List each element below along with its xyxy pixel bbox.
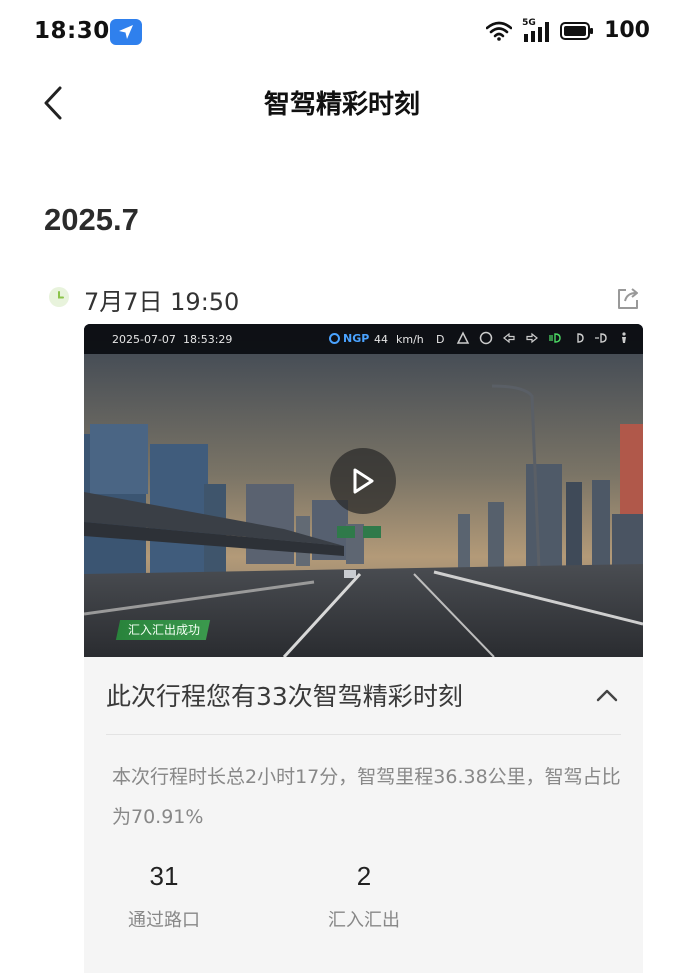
- turn-right-icon: [526, 332, 538, 344]
- video-player[interactable]: 2025-07-07 18:53:29 NGP 44 km/h D 汇入汇出成功: [84, 324, 643, 657]
- foglight-icon: [595, 333, 607, 343]
- status-icons: 5G 100: [486, 18, 650, 43]
- page-title: 智驾精彩时刻: [263, 90, 420, 120]
- steering-icon: [479, 331, 493, 345]
- event-tag-label: 汇入汇出成功: [128, 623, 201, 637]
- status-bar: 18:30 5G 100: [0, 0, 684, 64]
- status-time: 18:30: [34, 18, 110, 44]
- seatbelt-icon: [622, 332, 626, 343]
- play-icon: [353, 468, 374, 494]
- stat-value: 31: [149, 861, 179, 891]
- stat-label: 通过路口: [128, 910, 200, 931]
- highbeam-icon: [577, 333, 584, 343]
- stat-merges: 2 汇入汇出: [304, 861, 424, 932]
- turn-left-icon: [503, 332, 515, 344]
- event-tag: 汇入汇出成功: [115, 620, 211, 640]
- chevron-up-icon[interactable]: [593, 681, 621, 709]
- moment-timestamp: 7月7日 19:50: [84, 288, 240, 316]
- stat-intersections: 31 通过路口: [104, 861, 224, 932]
- summary-description: 本次行程时长总2小时17分，智驾里程36.38公里，智驾占比为70.91%: [112, 766, 621, 828]
- battery-icon: [560, 21, 594, 40]
- app-header: 智驾精彩时刻: [0, 70, 684, 136]
- stat-label: 汇入汇出: [328, 910, 400, 931]
- battery-level: 100: [604, 18, 650, 43]
- wifi-icon: [486, 21, 513, 41]
- hud-date: 2025-07-07: [112, 333, 176, 346]
- stat-value: 2: [356, 861, 372, 891]
- autopilot-icon: [456, 331, 470, 344]
- clock-icon: [49, 287, 69, 307]
- hud-speed-unit: km/h: [396, 333, 424, 346]
- share-icon[interactable]: [614, 284, 642, 312]
- divider: [106, 734, 621, 735]
- navigation-icon: [110, 19, 142, 45]
- dashcam-hud: 2025-07-07 18:53:29 NGP 44 km/h D: [84, 324, 643, 354]
- hud-gear: D: [436, 333, 445, 346]
- hud-ngp-indicator: NGP: [329, 332, 369, 345]
- headlight-icon: [549, 333, 561, 343]
- hud-mode: NGP: [343, 332, 370, 345]
- trip-summary-panel: 此次行程您有33次智驾精彩时刻 本次行程时长总2小时17分，智驾里程36.38公…: [84, 657, 643, 973]
- summary-title: 此次行程您有33次智驾精彩时刻: [106, 682, 463, 711]
- hud-indicator-icons: [456, 331, 631, 345]
- hud-time: 18:53:29: [183, 333, 233, 346]
- hud-speed: 44: [374, 333, 388, 346]
- play-button[interactable]: [330, 448, 396, 514]
- month-heading: 2025.7: [44, 202, 139, 237]
- moment-header: 7月7日 19:50: [44, 280, 644, 316]
- signal-5g-icon: 5G: [522, 18, 550, 42]
- ngp-icon: [329, 333, 340, 344]
